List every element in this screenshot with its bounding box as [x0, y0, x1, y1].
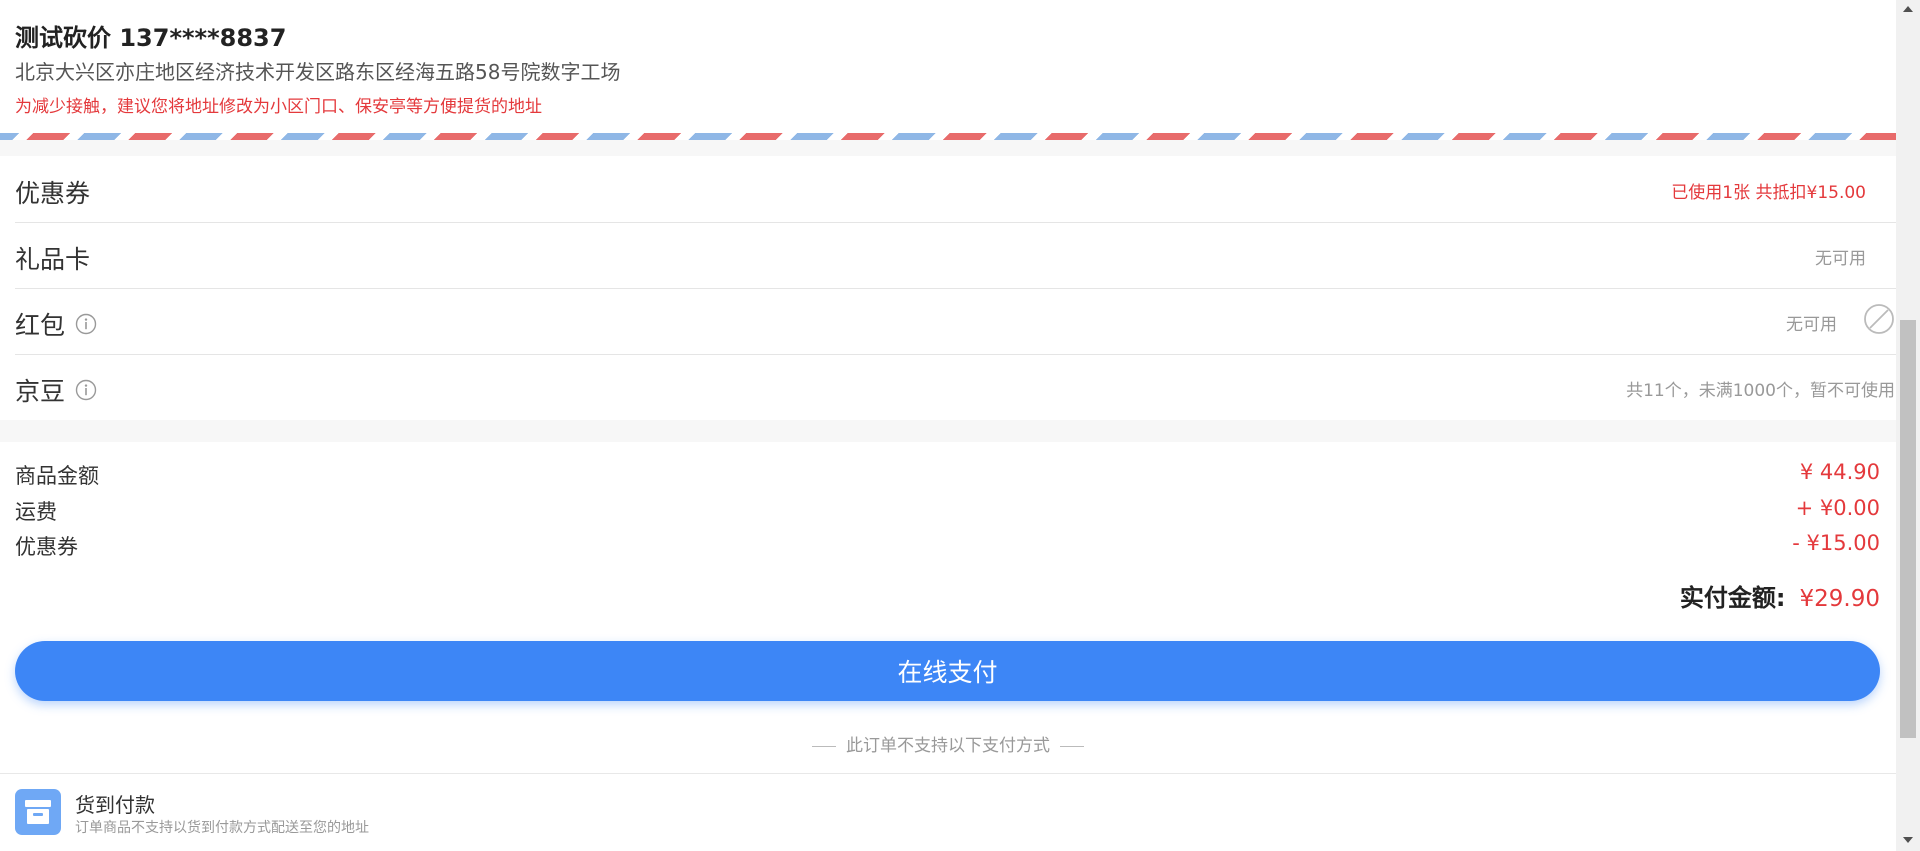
unsupported-note-text: 此订单不支持以下支付方式: [846, 736, 1050, 756]
checkout-page: 测试砍价 137****8837 北京大兴区亦庄地区经济技术开发区路东区经海五路…: [0, 0, 1920, 851]
checkout-content: 测试砍价 137****8837 北京大兴区亦庄地区经济技术开发区路东区经海五路…: [0, 0, 1896, 851]
coupon-discount-value: - ¥15.00: [1792, 531, 1880, 555]
coupon-label: 优惠券: [15, 179, 91, 208]
price-summary: 商品金额 ¥ 44.90 运费 + ¥0.00 优惠券 - ¥15.00: [0, 442, 1896, 573]
airmail-stripe-divider: [0, 133, 1896, 140]
red-packet-label-wrap: 红包: [15, 306, 97, 342]
online-pay-button[interactable]: 在线支付: [15, 641, 1880, 701]
prohibited-icon: [1864, 304, 1894, 334]
jd-beans-label: 京豆: [15, 377, 66, 406]
total-value: ¥29.90: [1799, 586, 1880, 612]
gift-card-value: 无可用: [1815, 249, 1866, 269]
section-gap: [0, 420, 1896, 442]
address-tip: 为减少接触，建议您将地址修改为小区门口、保安亭等方便提货的地址: [15, 97, 542, 117]
total-payable: 实付金额: ¥29.90: [1680, 578, 1880, 613]
info-circle-icon[interactable]: [75, 313, 97, 335]
goods-amount-value: ¥ 44.90: [1799, 460, 1880, 484]
cash-on-delivery-box-icon: [15, 789, 61, 835]
discount-section: 优惠券 已使用1张 共抵扣¥15.00 礼品卡 无可用 红包 无可用 京豆 共1…: [0, 156, 1896, 420]
red-packet-value: 无可用: [1786, 315, 1837, 335]
receiver-address: 北京大兴区亦庄地区经济技术开发区路东区经海五路58号院数字工场: [15, 60, 621, 84]
address-card[interactable]: 测试砍价 137****8837 北京大兴区亦庄地区经济技术开发区路东区经海五路…: [0, 0, 1896, 140]
coupon-row[interactable]: 优惠券 已使用1张 共抵扣¥15.00: [15, 156, 1896, 223]
cod-title: 货到付款: [75, 793, 155, 817]
total-label: 实付金额:: [1679, 584, 1786, 612]
note-dash-left: [812, 745, 836, 747]
coupon-value: 已使用1张 共抵扣¥15.00: [1671, 183, 1866, 203]
shipping-fee-label: 运费: [15, 500, 57, 524]
coupon-discount-label: 优惠券: [15, 535, 78, 559]
gift-card-label-wrap: 礼品卡: [15, 240, 90, 276]
receiver-name-phone: 测试砍价 137****8837: [15, 24, 287, 52]
jd-beans-value: 共11个，未满1000个，暂不可使用: [1626, 381, 1895, 401]
cod-description: 订单商品不支持以货到付款方式配送至您的地址: [75, 820, 369, 836]
vertical-scrollbar[interactable]: [1896, 0, 1920, 851]
gift-card-row[interactable]: 礼品卡 无可用: [15, 222, 1896, 289]
scroll-up-arrow-icon[interactable]: [1903, 6, 1913, 12]
shipping-fee-value: + ¥0.00: [1795, 496, 1880, 520]
unsupported-payment-note: 此订单不支持以下支付方式: [0, 731, 1896, 756]
info-circle-icon[interactable]: [75, 379, 97, 401]
coupon-label-wrap: 优惠券: [15, 174, 90, 210]
divider: [0, 773, 1896, 774]
scroll-thumb[interactable]: [1900, 320, 1916, 738]
goods-amount-label: 商品金额: [15, 464, 99, 488]
jd-beans-label-wrap: 京豆: [15, 372, 97, 408]
section-gap: [0, 140, 1896, 156]
scroll-down-arrow-icon[interactable]: [1903, 837, 1913, 843]
jd-beans-row[interactable]: 京豆 共11个，未满1000个，暂不可使用: [15, 354, 1896, 420]
red-packet-label: 红包: [15, 311, 66, 340]
red-packet-row[interactable]: 红包 无可用: [15, 288, 1896, 355]
gift-card-label: 礼品卡: [15, 245, 91, 274]
note-dash-right: [1060, 745, 1084, 747]
